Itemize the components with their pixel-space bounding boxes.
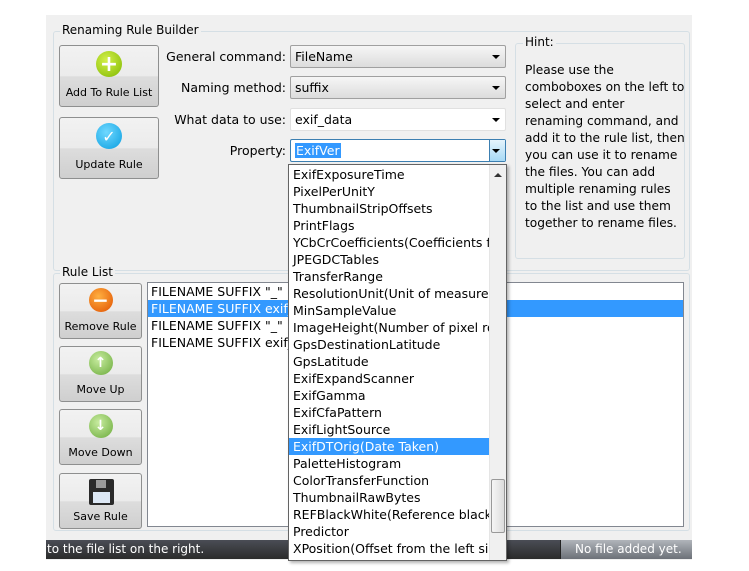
status-panel-right: No file added yet.: [560, 540, 692, 559]
dropdown-item-selected[interactable]: ExifDTOrig(Date Taken): [289, 438, 490, 455]
rule-list-title: Rule List: [60, 265, 115, 279]
dropdown-item[interactable]: JPEGDCTables: [289, 251, 490, 268]
hint-group: Hint: Please use the comboboxes on the l…: [515, 35, 685, 259]
dropdown-item[interactable]: GpsDestinationLatitude: [289, 336, 490, 353]
chevron-down-icon: [492, 149, 500, 153]
dropdown-item[interactable]: PrintFlags: [289, 217, 490, 234]
scroll-up-arrow-icon[interactable]: [494, 173, 502, 177]
dropdown-item[interactable]: YCbCrCoefficients(Coefficients for: [289, 234, 490, 251]
move-up-button[interactable]: ↑ Move Up: [59, 346, 142, 402]
dropdown-item[interactable]: ImageHeight(Number of pixel row: [289, 319, 490, 336]
floppy-disk-icon: [89, 479, 114, 505]
property-label: Property:: [229, 143, 286, 158]
arrow-up-icon: ↑: [88, 351, 113, 375]
minus-icon: −: [88, 288, 113, 312]
dropdown-item[interactable]: ResolutionUnit(Unit of measure fo: [289, 285, 490, 302]
dropdown-item[interactable]: XPosition(Offset from the left side: [289, 540, 490, 557]
remove-rule-button[interactable]: − Remove Rule: [59, 283, 142, 339]
builder-title: Renaming Rule Builder: [60, 23, 201, 37]
data-to-use-label: What data to use:: [174, 112, 286, 127]
chevron-down-icon: [492, 55, 500, 59]
dropdown-item[interactable]: ColorTransferFunction: [289, 472, 490, 489]
property-dropdown-list[interactable]: ExifExposureTime PixelPerUnitY ThumbnailSt…: [288, 164, 507, 561]
general-command-label: General command:: [166, 49, 286, 64]
arrow-down-icon: ↓: [88, 414, 113, 438]
dropdown-item[interactable]: ExifExpandScanner: [289, 370, 490, 387]
naming-method-label: Naming method:: [181, 80, 286, 95]
dropdown-item[interactable]: ExifExposureTime: [289, 166, 490, 183]
status-text-left: to the file list on the right.: [47, 542, 205, 556]
dropdown-item[interactable]: ExifLightSource: [289, 421, 490, 438]
dropdown-item[interactable]: ThumbnailStripOffsets: [289, 200, 490, 217]
hint-title: Hint:: [523, 35, 556, 49]
move-down-button[interactable]: ↓ Move Down: [59, 409, 142, 465]
dropdown-item[interactable]: PixelPerUnitY: [289, 183, 490, 200]
chevron-down-icon: [492, 86, 500, 90]
hint-text: Please use the comboboxes on the left to…: [525, 63, 685, 230]
dropdown-item[interactable]: REFBlackWhite(Reference black po: [289, 506, 490, 523]
dropdown-item[interactable]: PaletteHistogram: [289, 455, 490, 472]
scrollbar-thumb[interactable]: [491, 479, 505, 533]
save-rule-button[interactable]: Save Rule: [59, 473, 142, 529]
dropdown-item[interactable]: ThumbnailRawBytes: [289, 489, 490, 506]
general-command-combo[interactable]: FileName: [290, 45, 506, 68]
dropdown-item[interactable]: ExifCfaPattern: [289, 404, 490, 421]
dropdown-item[interactable]: TransferRange: [289, 268, 490, 285]
dropdown-item[interactable]: MinSampleValue: [289, 302, 490, 319]
naming-method-combo[interactable]: suffix: [290, 76, 506, 99]
property-combo[interactable]: ExifVer: [290, 139, 506, 162]
chevron-down-icon: [492, 118, 500, 122]
dropdown-item[interactable]: GpsLatitude: [289, 353, 490, 370]
dropdown-item[interactable]: Predictor: [289, 523, 490, 540]
data-to-use-combo[interactable]: exif_data: [290, 108, 506, 131]
dropdown-item[interactable]: ExifGamma: [289, 387, 490, 404]
dropdown-scrollbar[interactable]: [489, 165, 506, 560]
